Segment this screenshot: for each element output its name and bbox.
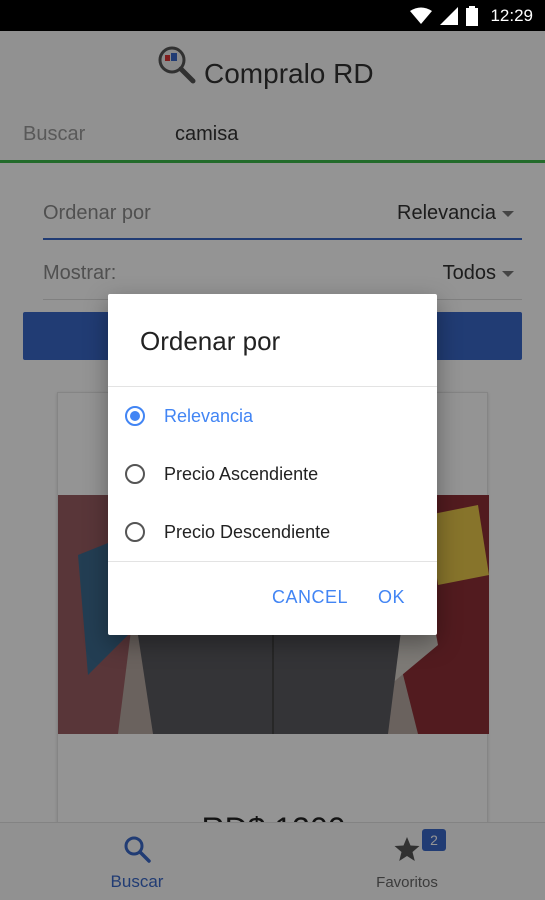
- radio-unchecked-icon[interactable]: [125, 464, 145, 484]
- wifi-icon: [410, 7, 433, 24]
- option-label: Precio Descendiente: [164, 522, 331, 542]
- cancel-button[interactable]: CANCEL: [272, 587, 348, 608]
- status-time: 12:29: [490, 6, 533, 25]
- ok-button[interactable]: OK: [378, 587, 405, 608]
- radio-unchecked-icon[interactable]: [125, 522, 145, 542]
- sort-dialog: Ordenar por Relevancia Precio Ascendient…: [108, 294, 437, 635]
- status-bar: 12:29: [0, 0, 545, 31]
- radio-checked-icon[interactable]: [125, 406, 145, 426]
- status-icons: 12:29: [410, 5, 533, 27]
- option-label: Precio Ascendiente: [164, 464, 319, 484]
- dialog-divider: [108, 561, 437, 562]
- option-precio-descendiente[interactable]: Precio Descendiente: [108, 503, 437, 561]
- option-precio-ascendiente[interactable]: Precio Ascendiente: [108, 445, 437, 503]
- dialog-title: Ordenar por: [140, 326, 281, 356]
- signal-icon: [440, 7, 459, 25]
- battery-icon: [466, 6, 479, 26]
- option-label: Relevancia: [164, 406, 254, 426]
- option-relevancia[interactable]: Relevancia: [108, 387, 437, 445]
